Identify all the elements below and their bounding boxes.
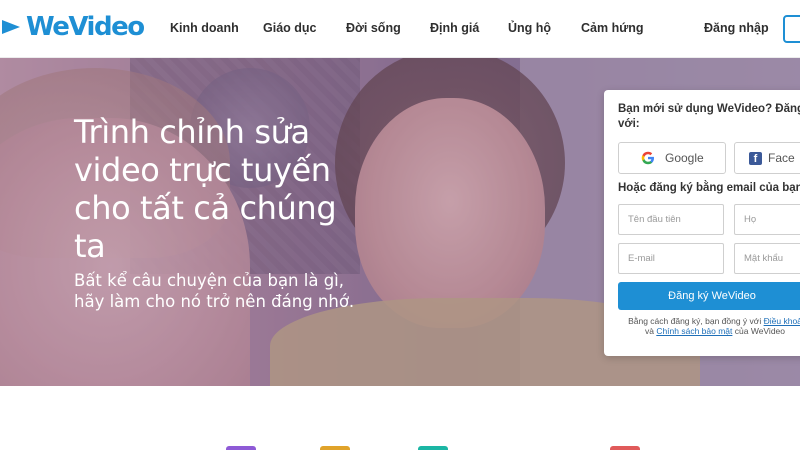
last-name-field[interactable] — [734, 204, 800, 235]
signup-prompt-line: Bạn mới sử dụng WeVideo? Đăng — [618, 103, 800, 115]
first-name-field[interactable] — [618, 204, 724, 235]
hero-subtitle-line: hãy làm cho nó trở nên đáng nhớ. — [74, 292, 355, 311]
privacy-policy-link[interactable]: Chính sách bảo mật — [656, 326, 732, 336]
terms-notice: Bằng cách đăng ký, bạn đồng ý với Điều k… — [612, 316, 800, 336]
nav-item-support[interactable]: Ủng hộ — [508, 21, 551, 35]
facebook-signup-button[interactable]: f Face — [734, 142, 800, 174]
nav-item-pricing[interactable]: Định giá — [430, 21, 479, 35]
nav-item-inspiration[interactable]: Cảm hứng — [581, 21, 644, 35]
wevideo-logo[interactable]: WeVideo — [0, 10, 145, 44]
nav-item-education[interactable]: Giáo dục — [263, 21, 316, 35]
google-button-label: Google — [665, 151, 704, 165]
terms-text: và — [644, 326, 657, 336]
feature-chip — [320, 446, 350, 450]
signup-card: Bạn mới sử dụng WeVideo? Đăng với: Googl… — [604, 90, 800, 356]
feature-chip — [418, 446, 448, 450]
terms-of-service-link[interactable]: Điều khoả — [764, 316, 800, 326]
feature-chip — [226, 446, 256, 450]
facebook-button-label: Face — [768, 151, 795, 165]
brand-name: WeVideo — [26, 12, 145, 42]
signup-submit-button[interactable]: Đăng ký WeVideo — [618, 282, 800, 310]
feature-chip — [610, 446, 640, 450]
hero-title: Trình chỉnh sửa video trực tuyến cho tất… — [74, 113, 374, 265]
terms-line-2: và Chính sách bảo mật của WeVideo — [612, 326, 800, 336]
terms-text: Bằng cách đăng ký, bạn đồng ý với — [628, 316, 764, 326]
nav-item-life[interactable]: Đời sống — [346, 21, 401, 35]
top-navbar: WeVideo Kinh doanh Giáo dục Đời sống Địn… — [0, 0, 800, 58]
login-link[interactable]: Đăng nhập — [704, 21, 769, 35]
hero-subtitle-line: Bất kể câu chuyện của bạn là gì, — [74, 271, 345, 290]
signup-prompt-line: với: — [618, 118, 640, 130]
password-field[interactable] — [734, 243, 800, 274]
email-field[interactable] — [618, 243, 724, 274]
terms-line-1: Bằng cách đăng ký, bạn đồng ý với Điều k… — [612, 316, 800, 326]
nav-item-business[interactable]: Kinh doanh — [170, 21, 239, 35]
terms-text: của WeVideo — [732, 326, 786, 336]
content-section — [0, 386, 800, 450]
email-signup-prompt: Hoặc đăng ký bằng email của bạn: — [618, 182, 800, 194]
signup-nav-button[interactable] — [783, 15, 800, 43]
signup-prompt: Bạn mới sử dụng WeVideo? Đăng với: — [618, 102, 800, 132]
hero-title-line: cho tất cả chúng — [74, 189, 337, 227]
hero-title-line: video trực tuyến — [74, 151, 331, 189]
wevideo-play-icon — [2, 20, 20, 34]
hero-title-line: ta — [74, 227, 106, 265]
hero-title-line: Trình chỉnh sửa — [74, 113, 310, 151]
google-signup-button[interactable]: Google — [618, 142, 726, 174]
facebook-icon: f — [749, 151, 762, 165]
google-icon — [641, 151, 654, 165]
hero-subtitle: Bất kể câu chuyện của bạn là gì, hãy làm… — [74, 270, 394, 312]
